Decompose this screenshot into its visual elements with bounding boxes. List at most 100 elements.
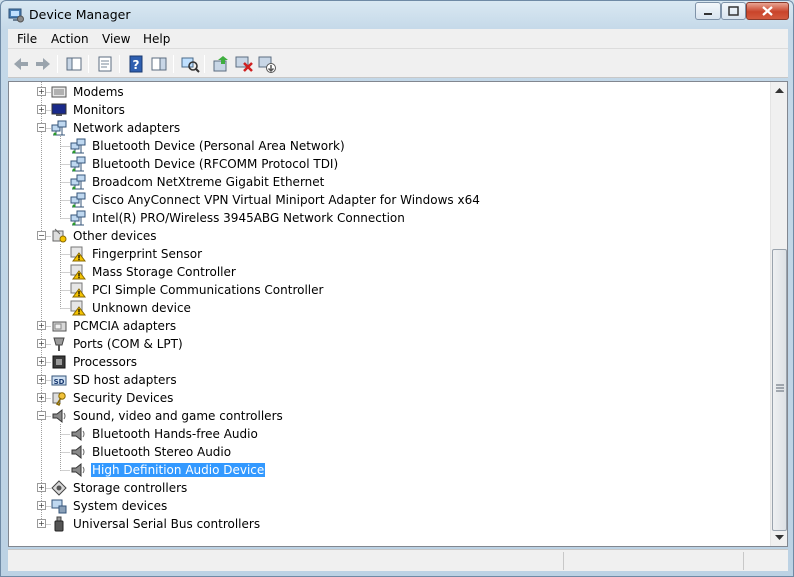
- tree-device-item[interactable]: Unknown device: [9, 299, 769, 317]
- tree-category[interactable]: − Network adapters: [9, 119, 769, 137]
- tree-item-label[interactable]: Monitors: [72, 103, 126, 117]
- tree-item-label[interactable]: Bluetooth Device (Personal Area Network): [91, 139, 346, 153]
- tree-item-label[interactable]: Network adapters: [72, 121, 181, 135]
- window-title: Device Manager: [29, 7, 131, 22]
- tree-category[interactable]: + Universal Serial Bus controllers: [9, 515, 769, 533]
- menu-help[interactable]: Help: [143, 32, 170, 46]
- grip-icon: [776, 384, 784, 392]
- tree-device-item[interactable]: Cisco AnyConnect VPN Virtual Miniport Ad…: [9, 191, 769, 209]
- tree-item-label[interactable]: System devices: [72, 499, 168, 513]
- tree-device-item[interactable]: Intel(R) PRO/Wireless 3945ABG Network Co…: [9, 209, 769, 227]
- tree-category[interactable]: + Monitors: [9, 101, 769, 119]
- expand-toggle[interactable]: +: [37, 483, 46, 492]
- collapse-toggle[interactable]: −: [37, 231, 46, 240]
- expand-toggle[interactable]: +: [37, 321, 46, 330]
- tree-device-item[interactable]: Mass Storage Controller: [9, 263, 769, 281]
- tree-item-label[interactable]: Fingerprint Sensor: [91, 247, 203, 261]
- tree-device-item[interactable]: Bluetooth Device (RFCOMM Protocol TDI): [9, 155, 769, 173]
- tree-item-label[interactable]: Intel(R) PRO/Wireless 3945ABG Network Co…: [91, 211, 406, 225]
- tree-device-item[interactable]: Bluetooth Stereo Audio: [9, 443, 769, 461]
- tree-item-label[interactable]: Processors: [72, 355, 138, 369]
- expand-toggle[interactable]: +: [37, 339, 46, 348]
- other-devices-icon: [52, 228, 67, 243]
- show-hide-console-tree-icon[interactable]: [64, 54, 84, 74]
- tree-device-item[interactable]: PCI Simple Communications Controller: [9, 281, 769, 299]
- menu-action[interactable]: Action: [51, 32, 89, 46]
- tree-category[interactable]: + Security Devices: [9, 389, 769, 407]
- tree-device-item[interactable]: Fingerprint Sensor: [9, 245, 769, 263]
- tree-device-item[interactable]: Broadcom NetXtreme Gigabit Ethernet: [9, 173, 769, 191]
- expand-toggle[interactable]: +: [37, 87, 46, 96]
- device-manager-window: Device Manager File Action View Help ? +…: [0, 0, 794, 577]
- expand-toggle[interactable]: +: [37, 357, 46, 366]
- network-adapter-icon: [70, 192, 86, 208]
- properties-icon[interactable]: [95, 54, 115, 74]
- tree-item-label[interactable]: Sound, video and game controllers: [72, 409, 284, 423]
- tree-item-label[interactable]: Modems: [72, 85, 125, 99]
- tree-item-label[interactable]: Cisco AnyConnect VPN Virtual Miniport Ad…: [91, 193, 481, 207]
- title-bar[interactable]: Device Manager: [1, 1, 793, 29]
- network-adapter-icon: [70, 138, 86, 154]
- tree-device-item[interactable]: Bluetooth Device (Personal Area Network): [9, 137, 769, 155]
- tree-category[interactable]: + Modems: [9, 83, 769, 101]
- security-key-icon: [52, 392, 66, 406]
- tree-device-item[interactable]: Bluetooth Hands-free Audio: [9, 425, 769, 443]
- menu-file[interactable]: File: [17, 32, 37, 46]
- tree-item-label[interactable]: PCMCIA adapters: [72, 319, 177, 333]
- tree-item-label[interactable]: Storage controllers: [72, 481, 188, 495]
- collapse-toggle[interactable]: −: [37, 411, 46, 420]
- tree-item-label[interactable]: Unknown device: [91, 301, 192, 315]
- collapse-toggle[interactable]: −: [37, 123, 46, 132]
- tree-item-label[interactable]: High Definition Audio Device: [91, 463, 266, 477]
- tree-category[interactable]: − Other devices: [9, 227, 769, 245]
- status-pane: [743, 552, 788, 570]
- tree-category[interactable]: − Sound, video and game controllers: [9, 407, 769, 425]
- action-pane-icon[interactable]: [149, 54, 169, 74]
- tree-item-label[interactable]: Bluetooth Device (RFCOMM Protocol TDI): [91, 157, 339, 171]
- scan-hardware-changes-icon[interactable]: [180, 54, 200, 74]
- expand-toggle[interactable]: +: [37, 519, 46, 528]
- tree-category[interactable]: + PCMCIA adapters: [9, 317, 769, 335]
- vertical-scrollbar[interactable]: [770, 82, 787, 546]
- disable-device-icon[interactable]: [257, 54, 277, 74]
- scroll-up-icon[interactable]: [774, 86, 785, 94]
- back-arrow-icon[interactable]: [11, 54, 31, 74]
- scroll-down-icon[interactable]: [774, 534, 785, 542]
- tree-item-label[interactable]: Mass Storage Controller: [91, 265, 237, 279]
- tree-category[interactable]: + Storage controllers: [9, 479, 769, 497]
- expand-toggle[interactable]: +: [37, 375, 46, 384]
- tree-category[interactable]: + SD SD host adapters: [9, 371, 769, 389]
- uninstall-device-icon[interactable]: [234, 54, 254, 74]
- tree-device-item[interactable]: High Definition Audio Device: [9, 461, 769, 479]
- menu-view[interactable]: View: [102, 32, 130, 46]
- tree-category[interactable]: + Ports (COM & LPT): [9, 335, 769, 353]
- tree-item-label[interactable]: Security Devices: [72, 391, 174, 405]
- svg-text:?: ?: [133, 58, 140, 72]
- monitor-icon: [51, 103, 67, 116]
- maximize-button[interactable]: [721, 2, 746, 20]
- network-adapter-icon: [70, 156, 86, 172]
- menu-bar: File Action View Help: [8, 29, 788, 49]
- forward-arrow-icon[interactable]: [33, 54, 53, 74]
- modem-icon: [51, 86, 67, 98]
- device-tree[interactable]: + Modems + Monitors − Network adapters Bluetoo…: [8, 81, 788, 547]
- tree-item-label[interactable]: Bluetooth Stereo Audio: [91, 445, 232, 459]
- tree-item-label[interactable]: Bluetooth Hands-free Audio: [91, 427, 259, 441]
- tree-item-label[interactable]: Ports (COM & LPT): [72, 337, 184, 351]
- expand-toggle[interactable]: +: [37, 501, 46, 510]
- tree-item-label[interactable]: Broadcom NetXtreme Gigabit Ethernet: [91, 175, 325, 189]
- expand-toggle[interactable]: +: [37, 393, 46, 402]
- speaker-icon: [71, 462, 85, 478]
- tree-item-label[interactable]: PCI Simple Communications Controller: [91, 283, 324, 297]
- help-icon[interactable]: ?: [126, 54, 146, 74]
- tree-category[interactable]: + System devices: [9, 497, 769, 515]
- tree-item-label[interactable]: Other devices: [72, 229, 158, 243]
- tree-item-label[interactable]: SD host adapters: [72, 373, 178, 387]
- tree-item-label[interactable]: Universal Serial Bus controllers: [72, 517, 261, 531]
- close-button[interactable]: [746, 2, 789, 20]
- update-driver-icon[interactable]: [211, 54, 231, 74]
- tree-category[interactable]: + Processors: [9, 353, 769, 371]
- scrollbar-thumb[interactable]: [772, 249, 787, 531]
- minimize-button[interactable]: [695, 2, 721, 20]
- expand-toggle[interactable]: +: [37, 105, 46, 114]
